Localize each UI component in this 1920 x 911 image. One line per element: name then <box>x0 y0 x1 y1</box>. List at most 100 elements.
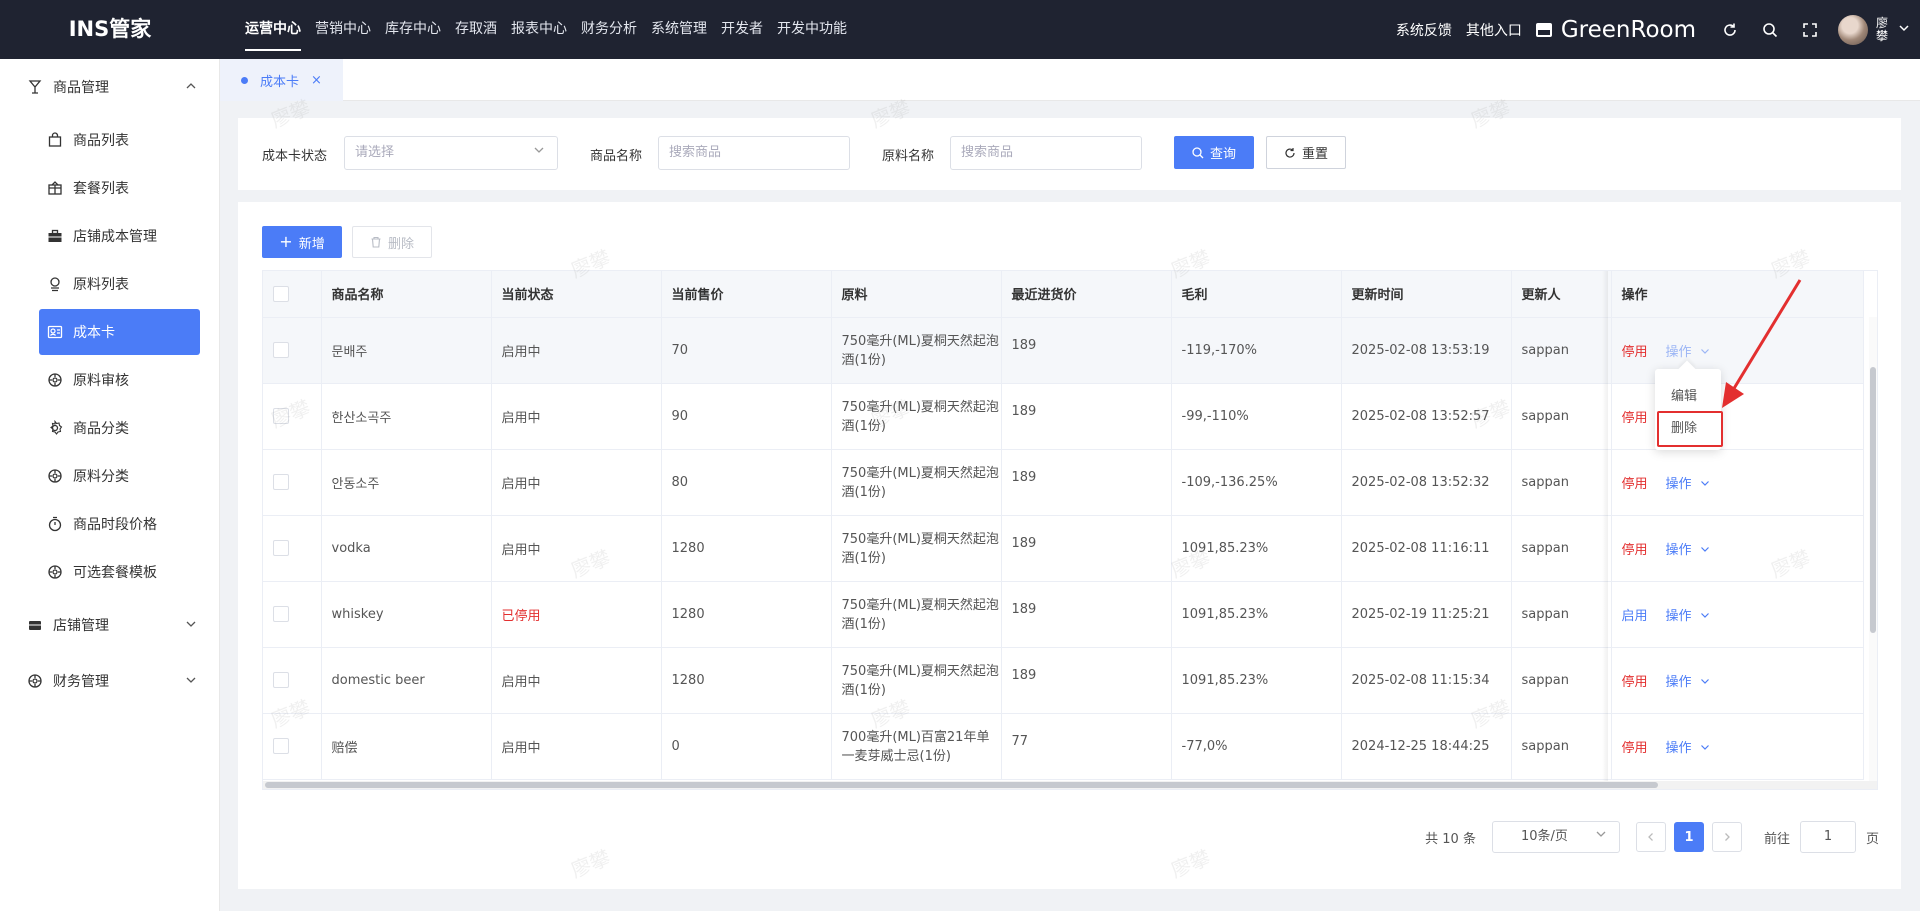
table-row[interactable]: 한산소곡주 启用中 90 750毫升(ML)夏桐天然起泡酒(1份) 189 -9… <box>263 383 1864 450</box>
disable-link[interactable]: 停用 <box>1622 345 1648 360</box>
operations-dropdown-trigger[interactable]: 操作 <box>1666 675 1692 690</box>
row-checkbox[interactable] <box>273 672 289 688</box>
column-header-profit[interactable]: 毛利 <box>1171 271 1342 318</box>
sidebar-item-product-category[interactable]: 商品分类 <box>39 405 200 451</box>
vertical-scrollbar-thumb[interactable] <box>1870 367 1876 633</box>
user-name[interactable]: 廖攀 <box>1876 16 1892 43</box>
add-button[interactable]: + 新增 <box>262 226 342 258</box>
sidebar-group-store-management[interactable]: 店铺管理 <box>0 597 219 653</box>
column-header-cost[interactable]: 最近进货价 <box>1001 271 1172 318</box>
sidebar-item-store-cost[interactable]: 店铺成本管理 <box>39 213 200 259</box>
table-row[interactable]: vodka 启用中 1280 750毫升(ML)夏桐天然起泡酒(1份) 189 … <box>263 515 1864 582</box>
topnav-item-wine-storage[interactable]: 存取酒 <box>455 0 497 59</box>
sidebar-item-material-category[interactable]: 原料分类 <box>39 453 200 499</box>
sidebar-item-product-list[interactable]: 商品列表 <box>39 117 200 163</box>
sidebar-item-time-price[interactable]: 商品时段价格 <box>39 501 200 547</box>
refresh-icon[interactable] <box>1720 20 1740 40</box>
topnav-item-inventory[interactable]: 库存中心 <box>385 0 441 59</box>
cell-updated: 2025-02-19 11:25:21 <box>1341 581 1512 648</box>
topnav-item-marketing[interactable]: 营销中心 <box>315 0 371 59</box>
chevron-down-icon[interactable] <box>1700 675 1710 690</box>
sidebar-item-package-list[interactable]: 套餐列表 <box>39 165 200 211</box>
topnav-item-system[interactable]: 系统管理 <box>651 0 707 59</box>
disable-link[interactable]: 停用 <box>1622 543 1648 558</box>
topnav-item-developer[interactable]: 开发者 <box>721 0 763 59</box>
disable-link[interactable]: 停用 <box>1622 675 1648 690</box>
column-header-material[interactable]: 原料 <box>831 271 1002 318</box>
disable-link[interactable]: 停用 <box>1622 741 1648 756</box>
operations-dropdown-trigger[interactable]: 操作 <box>1666 609 1692 624</box>
sidebar-item-label: 商品时段价格 <box>73 517 157 533</box>
cell-updater: sappan <box>1511 449 1612 516</box>
row-checkbox[interactable] <box>273 738 289 754</box>
table-row[interactable]: whiskey 已停用 1280 750毫升(ML)夏桐天然起泡酒(1份) 18… <box>263 581 1864 648</box>
select-all-checkbox[interactable] <box>273 285 289 302</box>
disable-link[interactable]: 停用 <box>1622 477 1648 492</box>
column-header-updated[interactable]: 更新时间 <box>1341 271 1512 318</box>
cell-material: 750毫升(ML)夏桐天然起泡酒(1份) <box>831 317 1002 384</box>
page-number-current[interactable]: 1 <box>1673 822 1704 852</box>
enable-link[interactable]: 启用 <box>1622 609 1648 624</box>
topnav-item-dev-features[interactable]: 开发中功能 <box>777 0 847 59</box>
chevron-down-icon[interactable] <box>1700 477 1710 492</box>
status-select[interactable]: 请选择 <box>344 136 558 170</box>
sidebar-item-cost-card[interactable]: 成本卡 <box>39 309 200 355</box>
prev-page-button[interactable] <box>1635 822 1666 852</box>
reset-button[interactable]: 重置 <box>1266 136 1346 169</box>
avatar[interactable] <box>1838 14 1868 45</box>
sidebar-item-material-list[interactable]: 原料列表 <box>39 261 200 307</box>
row-checkbox[interactable] <box>273 540 289 556</box>
delete-button[interactable]: 删除 <box>352 226 432 258</box>
column-header-product[interactable]: 商品名称 <box>321 271 492 318</box>
product-search-input[interactable]: 搜索商品 <box>658 136 850 170</box>
chevron-down-icon[interactable] <box>1700 543 1710 558</box>
store-icon <box>27 617 43 633</box>
chevron-down-icon[interactable] <box>1898 22 1910 38</box>
operations-dropdown-trigger[interactable]: 操作 <box>1666 477 1692 492</box>
app-logo[interactable]: INS管家 <box>0 0 220 59</box>
goto-page-input[interactable]: 1 <box>1799 821 1856 853</box>
operations-dropdown-trigger[interactable]: 操作 <box>1666 543 1692 558</box>
chevron-down-icon[interactable] <box>1700 741 1710 756</box>
horizontal-scrollbar-thumb[interactable] <box>265 782 1658 788</box>
table-row[interactable]: 문배주 启用中 70 750毫升(ML)夏桐天然起泡酒(1份) 189 -119… <box>263 317 1864 384</box>
cell-actions: 停用 操作 <box>1611 449 1864 516</box>
chevron-down-icon[interactable] <box>1700 609 1710 624</box>
cell-status: 启用中 <box>491 713 662 780</box>
query-button[interactable]: 查询 <box>1174 136 1254 169</box>
table-row[interactable]: 赔偿 启用中 0 700毫升(ML)百富21年单一麦芽威士忌(1份) 77 -7… <box>263 713 1864 780</box>
sidebar-group-finance-management[interactable]: 财务管理 <box>0 653 219 709</box>
material-search-input[interactable]: 搜索商品 <box>950 136 1142 170</box>
table-row[interactable]: domestic beer 启用中 1280 750毫升(ML)夏桐天然起泡酒(… <box>263 647 1864 714</box>
chevron-down-icon <box>1595 822 1607 852</box>
sidebar-item-material-audit[interactable]: 原料审核 <box>39 357 200 403</box>
column-header-updater[interactable]: 更新人 <box>1511 271 1612 318</box>
tab-cost-card[interactable]: 成本卡 × <box>220 59 343 101</box>
disable-link[interactable]: 停用 <box>1622 411 1648 426</box>
feedback-link[interactable]: 系统反馈 <box>1396 20 1452 40</box>
row-checkbox[interactable] <box>273 474 289 490</box>
store-switcher[interactable]: GreenRoom <box>1535 17 1696 43</box>
operations-dropdown-trigger[interactable]: 操作 <box>1666 345 1692 360</box>
cell-updated: 2025-02-08 13:53:19 <box>1341 317 1512 384</box>
table-row[interactable]: 안동소주 启用中 80 750毫升(ML)夏桐天然起泡酒(1份) 189 -10… <box>263 449 1864 516</box>
row-checkbox[interactable] <box>273 342 289 358</box>
close-icon[interactable]: × <box>311 73 322 88</box>
next-page-button[interactable] <box>1711 822 1742 852</box>
fullscreen-icon[interactable] <box>1800 20 1820 40</box>
vertical-scrollbar[interactable] <box>1869 317 1877 782</box>
topnav-item-operations[interactable]: 运营中心 <box>245 0 301 59</box>
topnav-item-reports[interactable]: 报表中心 <box>511 0 567 59</box>
row-checkbox[interactable] <box>273 408 289 424</box>
topnav-item-finance[interactable]: 财务分析 <box>581 0 637 59</box>
column-header-status[interactable]: 当前状态 <box>491 271 662 318</box>
operations-dropdown-trigger[interactable]: 操作 <box>1666 741 1692 756</box>
other-entry-link[interactable]: 其他入口 <box>1466 20 1522 40</box>
sidebar-group-product-management[interactable]: 商品管理 <box>0 59 219 115</box>
search-icon[interactable] <box>1760 20 1780 40</box>
sidebar-item-package-template[interactable]: 可选套餐模板 <box>39 549 200 595</box>
page-size-select[interactable]: 10条/页 <box>1491 821 1620 853</box>
column-header-price[interactable]: 当前售价 <box>661 271 832 318</box>
horizontal-scrollbar[interactable] <box>263 781 1877 789</box>
row-checkbox[interactable] <box>273 606 289 622</box>
